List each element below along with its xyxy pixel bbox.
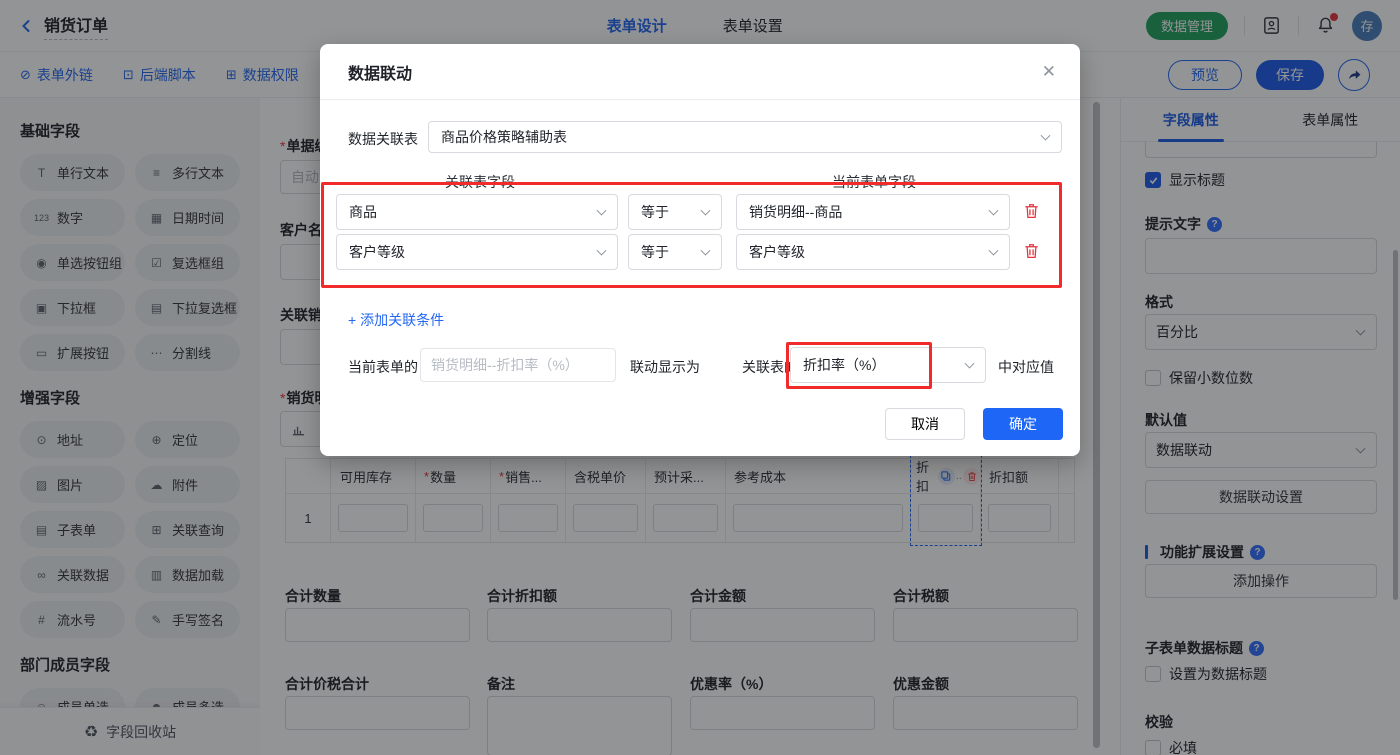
condition1-operator-select[interactable]: 等于 [628, 194, 722, 230]
chevron-down-icon [700, 205, 711, 216]
relation-table-label: 数据关联表 [348, 131, 418, 147]
disabled-value: 销货明细--折扣率（%） [431, 357, 579, 373]
condition1-target-select[interactable]: 销货明细--商品 [736, 194, 1010, 230]
chevron-down-icon [988, 245, 999, 256]
data-linkage-modal: 数据联动 ✕ 数据关联表 商品价格策略辅助表 关联表字段 当前表单字段 商品 等… [320, 44, 1080, 456]
close-icon[interactable]: ✕ [1042, 62, 1056, 82]
column-header-right: 当前表单字段 [832, 174, 916, 190]
add-condition-link[interactable]: + 添加关联条件 [348, 310, 444, 330]
select-value: 商品 [349, 204, 377, 220]
select-value: 客户等级 [349, 244, 405, 260]
chevron-down-icon [596, 245, 607, 256]
sentence-middle: 联动显示为 [630, 359, 700, 375]
linkage-value-select[interactable]: 折扣率（%） [790, 347, 986, 383]
sentence-suffix: 中对应值 [998, 359, 1054, 375]
chevron-down-icon [1040, 130, 1051, 141]
select-value: 折扣率（%） [803, 357, 886, 373]
column-header-left: 关联表字段 [445, 174, 515, 190]
plus-icon: + [348, 312, 357, 328]
condition1-field-select[interactable]: 商品 [336, 194, 618, 230]
condition2-operator-select[interactable]: 等于 [628, 234, 722, 270]
chevron-down-icon [964, 358, 975, 369]
chevron-down-icon [988, 205, 999, 216]
form-designer-page: 销货订单 表单设计 表单设置 数据管理 存 ⊘ 表单外链 ⊡ 后端脚本 ⊞ 数据… [0, 0, 1400, 755]
relation-table-select[interactable]: 商品价格策略辅助表 [428, 121, 1062, 153]
select-value: 商品价格策略辅助表 [441, 129, 567, 145]
select-value: 客户等级 [749, 244, 805, 260]
select-value: 等于 [641, 244, 669, 260]
chevron-down-icon [700, 245, 711, 256]
confirm-button[interactable]: 确定 [983, 408, 1063, 440]
cancel-button[interactable]: 取消 [885, 408, 965, 440]
condition2-field-select[interactable]: 客户等级 [336, 234, 618, 270]
select-value: 等于 [641, 204, 669, 220]
add-condition-label: 添加关联条件 [360, 312, 445, 328]
delete-condition1-icon[interactable] [1024, 203, 1039, 222]
modal-header: 数据联动 ✕ [320, 44, 1080, 100]
delete-condition2-icon[interactable] [1024, 243, 1039, 262]
modal-title: 数据联动 [348, 65, 413, 83]
select-value: 销货明细--商品 [749, 204, 843, 220]
source-field-input-disabled: 销货明细--折扣率（%） [420, 348, 616, 382]
sentence-prefix: 当前表单的 [348, 359, 418, 375]
condition2-target-select[interactable]: 客户等级 [736, 234, 1010, 270]
chevron-down-icon [596, 205, 607, 216]
